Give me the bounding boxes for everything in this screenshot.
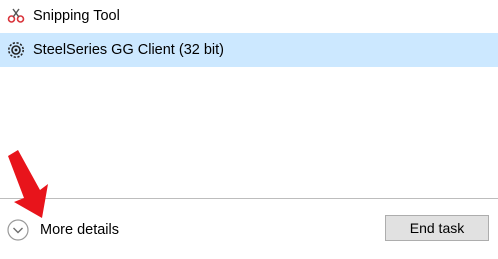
snipping-tool-icon bbox=[7, 8, 25, 23]
more-details-toggle[interactable]: More details bbox=[7, 218, 119, 242]
task-manager-compact-view: Snipping Tool SteelSeries GG Client (32 … bbox=[0, 0, 498, 259]
process-label: Snipping Tool bbox=[33, 8, 120, 24]
steelseries-icon bbox=[8, 42, 24, 58]
chevron-down-circle-icon bbox=[7, 219, 29, 241]
process-label: SteelSeries GG Client (32 bit) bbox=[33, 42, 224, 58]
footer-bar: More details End task bbox=[0, 199, 498, 259]
process-list: Snipping Tool SteelSeries GG Client (32 … bbox=[0, 0, 498, 198]
process-row-steelseries[interactable]: SteelSeries GG Client (32 bit) bbox=[0, 33, 498, 67]
end-task-button[interactable]: End task bbox=[385, 215, 489, 241]
more-details-label: More details bbox=[40, 222, 119, 238]
process-row-snipping-tool[interactable]: Snipping Tool bbox=[0, 0, 498, 32]
